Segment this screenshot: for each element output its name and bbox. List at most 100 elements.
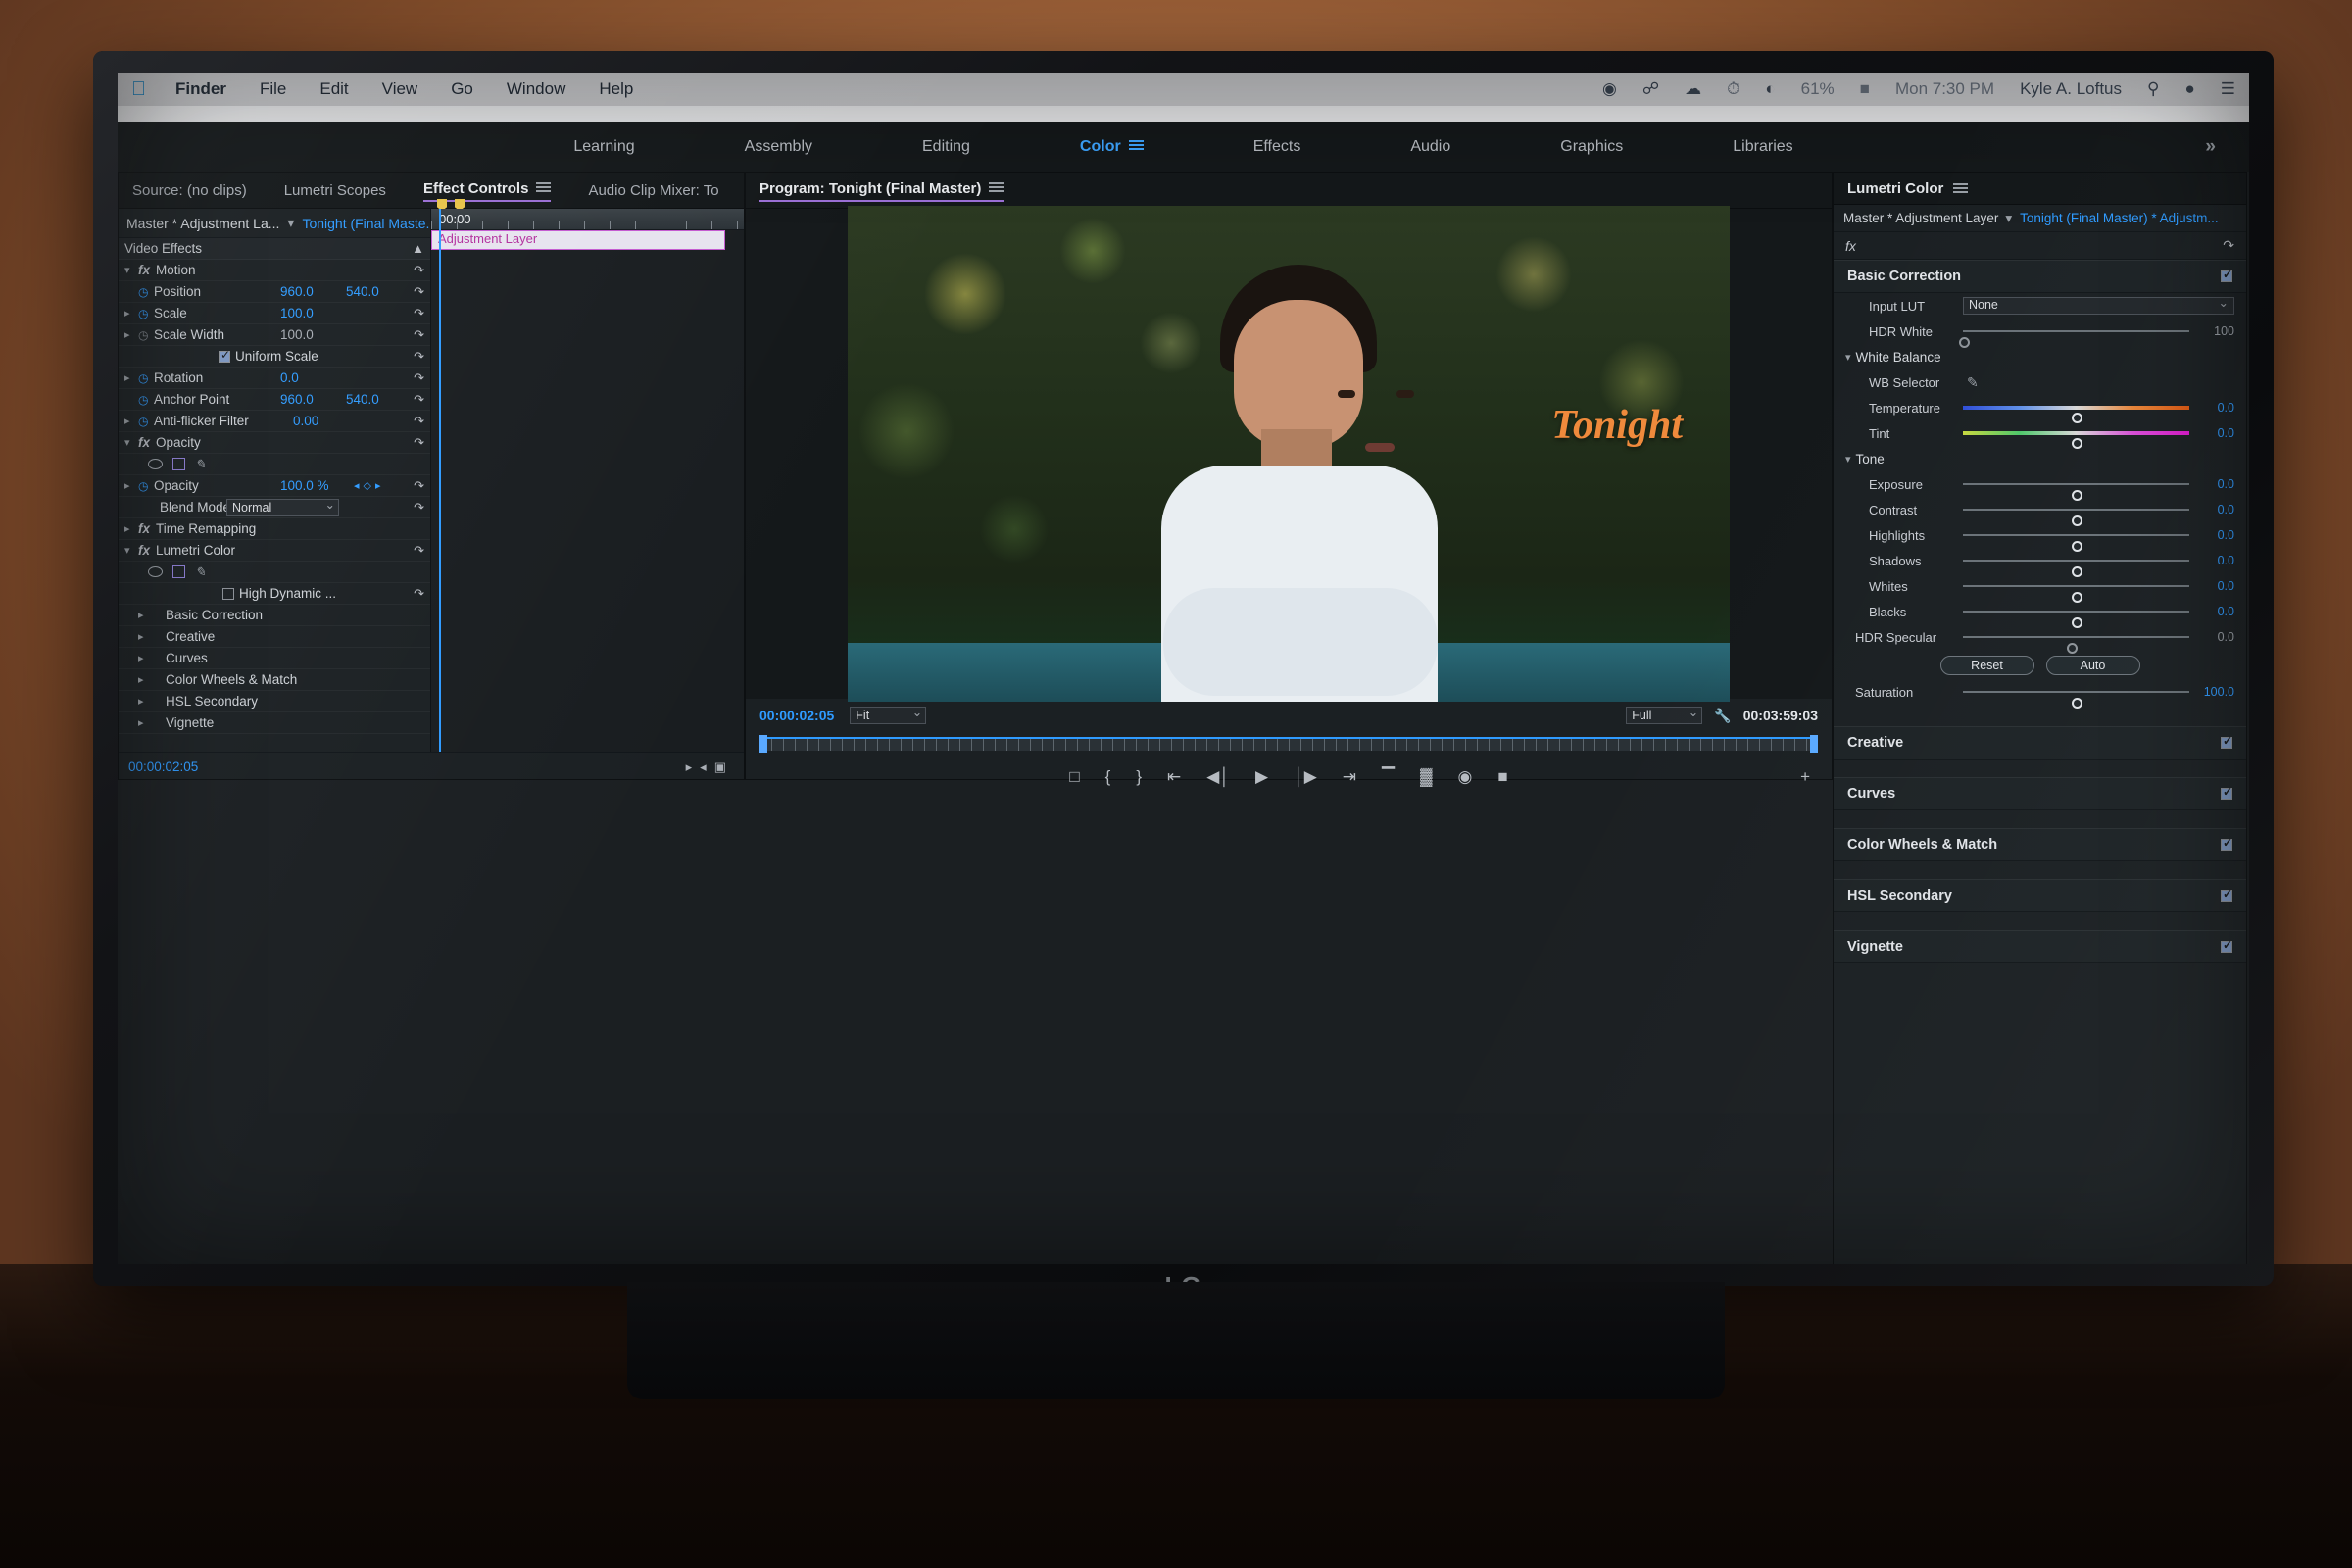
lumetri-color-wheels-checkbox[interactable] xyxy=(2221,836,2232,851)
menu-help[interactable]: Help xyxy=(599,79,633,99)
lumetri-whites-slider[interactable] xyxy=(1963,585,2189,603)
tab-audio-clip-mixer[interactable]: Audio Clip Mixer: To xyxy=(588,182,718,199)
lumetri-hdr-white-slider[interactable] xyxy=(1959,330,2189,348)
wifi-icon[interactable]: ◐ xyxy=(1765,79,1775,99)
lumetri-shadows-value[interactable]: 0.0 xyxy=(2218,554,2234,567)
lumetri-hdr-white-row[interactable]: HDR White 100 xyxy=(1834,318,2246,348)
program-monitor-scrubber[interactable] xyxy=(746,732,1832,758)
twirl-icon[interactable]: ▸ xyxy=(138,630,152,643)
lumetri-tint-slider[interactable] xyxy=(1963,431,2189,449)
lumetri-section-basic-correction[interactable]: Basic Correction xyxy=(1834,260,2246,293)
lumetri-white-balance-group[interactable]: ▾ White Balance xyxy=(1834,344,2246,369)
workspace-tab-libraries[interactable]: Libraries xyxy=(1733,138,1792,156)
prop-anchor-y[interactable]: 540.0 xyxy=(346,392,379,407)
lumetri-creative-checkbox[interactable] xyxy=(2221,734,2232,749)
reset-icon[interactable]: ↷ xyxy=(414,435,424,451)
apple-logo-icon[interactable]:  xyxy=(131,78,146,101)
lumetri-exposure-row[interactable]: Exposure 0.0 xyxy=(1834,471,2246,501)
reset-icon[interactable]: ↷ xyxy=(414,306,424,321)
effect-controls-footer-timecode[interactable]: 00:00:02:05 xyxy=(128,760,198,774)
lumetri-contrast-slider[interactable] xyxy=(1963,509,2189,526)
stopwatch-icon[interactable]: ◷ xyxy=(138,371,154,385)
lumetri-saturation-slider[interactable] xyxy=(1963,691,2189,709)
lumetri-contrast-row[interactable]: Contrast 0.0 xyxy=(1834,497,2246,526)
ellipse-mask-icon[interactable] xyxy=(148,459,163,469)
auto-button[interactable]: Auto xyxy=(2045,656,2140,675)
reset-icon[interactable]: ↷ xyxy=(414,586,424,602)
add-marker-icon[interactable]: □ xyxy=(1069,767,1079,787)
workspace-menu-icon[interactable] xyxy=(1128,139,1144,152)
prop-row-high-dynamic[interactable]: High Dynamic ... ↷ xyxy=(119,583,430,605)
reset-icon[interactable]: ↷ xyxy=(414,370,424,386)
blend-mode-select[interactable]: Normal xyxy=(226,497,339,516)
prop-anti-flicker-value[interactable]: 0.00 xyxy=(293,414,318,428)
twirl-icon[interactable]: ▸ xyxy=(124,371,138,384)
extract-icon[interactable]: ▓ xyxy=(1420,767,1432,787)
twirl-icon[interactable]: ▸ xyxy=(124,479,138,492)
prop-row-blend-mode[interactable]: Blend Mode Normal ↷ xyxy=(119,497,430,518)
sub-row-curves[interactable]: ▸ Curves xyxy=(119,648,430,669)
panel-menu-icon[interactable] xyxy=(1953,182,1969,195)
pen-mask-icon[interactable]: ✎ xyxy=(195,564,206,580)
lumetri-shadows-row[interactable]: Shadows 0.0 xyxy=(1834,548,2246,577)
lumetri-whites-value[interactable]: 0.0 xyxy=(2218,579,2234,593)
effect-controls-mini-timeline[interactable]: 00:00 Adjustment Layer xyxy=(430,199,744,752)
lift-icon[interactable]: ▔ xyxy=(1382,767,1395,787)
lumetri-section-vignette[interactable]: Vignette xyxy=(1834,930,2246,963)
high-dynamic-range-checkbox[interactable] xyxy=(222,587,234,600)
fx-row-time-remapping[interactable]: ▸ fx Time Remapping xyxy=(119,518,430,540)
tab-source[interactable]: Source: (no clips) xyxy=(132,182,247,199)
twirl-icon[interactable]: ▾ xyxy=(124,436,138,449)
twirl-icon[interactable]: ▾ xyxy=(124,544,138,557)
lumetri-whites-row[interactable]: Whites 0.0 xyxy=(1834,573,2246,603)
lumetri-vignette-checkbox[interactable] xyxy=(2221,938,2232,953)
workspace-tab-editing[interactable]: Editing xyxy=(922,138,970,156)
twirl-icon[interactable]: ▸ xyxy=(138,673,152,686)
program-monitor-video-area[interactable]: Tonight xyxy=(746,206,1832,702)
menu-view[interactable]: View xyxy=(382,79,418,99)
twirl-icon[interactable]: ▸ xyxy=(138,716,152,729)
slider-knob[interactable] xyxy=(2071,698,2082,709)
prop-row-scale-width[interactable]: ▸ ◷ Scale Width 100.0 ↷ xyxy=(119,324,430,346)
sub-row-color-wheels[interactable]: ▸ Color Wheels & Match xyxy=(119,669,430,691)
lumetri-temperature-slider[interactable] xyxy=(1963,406,2189,423)
lumetri-tone-group[interactable]: ▾ Tone xyxy=(1834,446,2246,471)
lumetri-saturation-value[interactable]: 100.0 xyxy=(2204,685,2234,699)
lumetri-basic-correction-checkbox[interactable] xyxy=(2221,268,2232,282)
uniform-scale-checkbox[interactable] xyxy=(219,348,230,363)
reset-icon[interactable]: ↷ xyxy=(414,543,424,559)
lumetri-section-hsl-secondary[interactable]: HSL Secondary xyxy=(1834,879,2246,912)
panel-menu-icon[interactable] xyxy=(536,181,552,194)
lumetri-temperature-row[interactable]: Temperature 0.0 xyxy=(1834,395,2246,423)
stopwatch-icon[interactable]: ◷ xyxy=(138,285,154,299)
prop-scale-value[interactable]: 100.0 xyxy=(280,306,314,320)
time-machine-icon[interactable]: ⏱ xyxy=(1727,79,1740,99)
chevron-down-icon[interactable]: ▾ xyxy=(2005,211,2012,226)
reset-icon[interactable]: ↷ xyxy=(414,500,424,515)
eyedropper-icon[interactable]: ✎ xyxy=(1967,374,1979,391)
sub-row-creative[interactable]: ▸ Creative xyxy=(119,626,430,648)
lumetri-temperature-value[interactable]: 0.0 xyxy=(2218,401,2234,415)
reset-icon[interactable]: ↷ xyxy=(414,263,424,278)
prop-position-x[interactable]: 960.0 xyxy=(280,284,314,299)
reset-icon[interactable]: ↷ xyxy=(414,349,424,365)
effect-controls-ruler[interactable]: 00:00 xyxy=(431,209,744,230)
reset-icon[interactable]: ↷ xyxy=(414,392,424,408)
mark-in-icon[interactable]: { xyxy=(1105,767,1111,787)
workspace-overflow-icon[interactable]: » xyxy=(2205,136,2216,158)
menu-edit[interactable]: Edit xyxy=(319,79,348,99)
lumetri-saturation-row[interactable]: Saturation 100.0 xyxy=(1834,679,2246,709)
prop-scale-width-value[interactable]: 100.0 xyxy=(280,327,314,342)
rectangle-mask-icon[interactable] xyxy=(172,458,185,470)
reset-icon[interactable]: ↷ xyxy=(414,414,424,429)
go-to-in-icon[interactable]: ⇤ xyxy=(1167,767,1181,787)
lumetri-highlights-value[interactable]: 0.0 xyxy=(2218,528,2234,542)
prop-anchor-x[interactable]: 960.0 xyxy=(280,392,314,407)
video-effects-header[interactable]: Video Effects ▲ xyxy=(119,238,430,260)
lumetri-hsl-secondary-checkbox[interactable] xyxy=(2221,887,2232,902)
sub-row-hsl-secondary[interactable]: ▸ HSL Secondary xyxy=(119,691,430,712)
workspace-tab-color[interactable]: Color xyxy=(1080,138,1144,156)
lumetri-input-lut-row[interactable]: Input LUT None xyxy=(1834,293,2246,318)
slider-knob[interactable] xyxy=(2071,438,2082,449)
panel-menu-icon[interactable] xyxy=(989,181,1004,194)
